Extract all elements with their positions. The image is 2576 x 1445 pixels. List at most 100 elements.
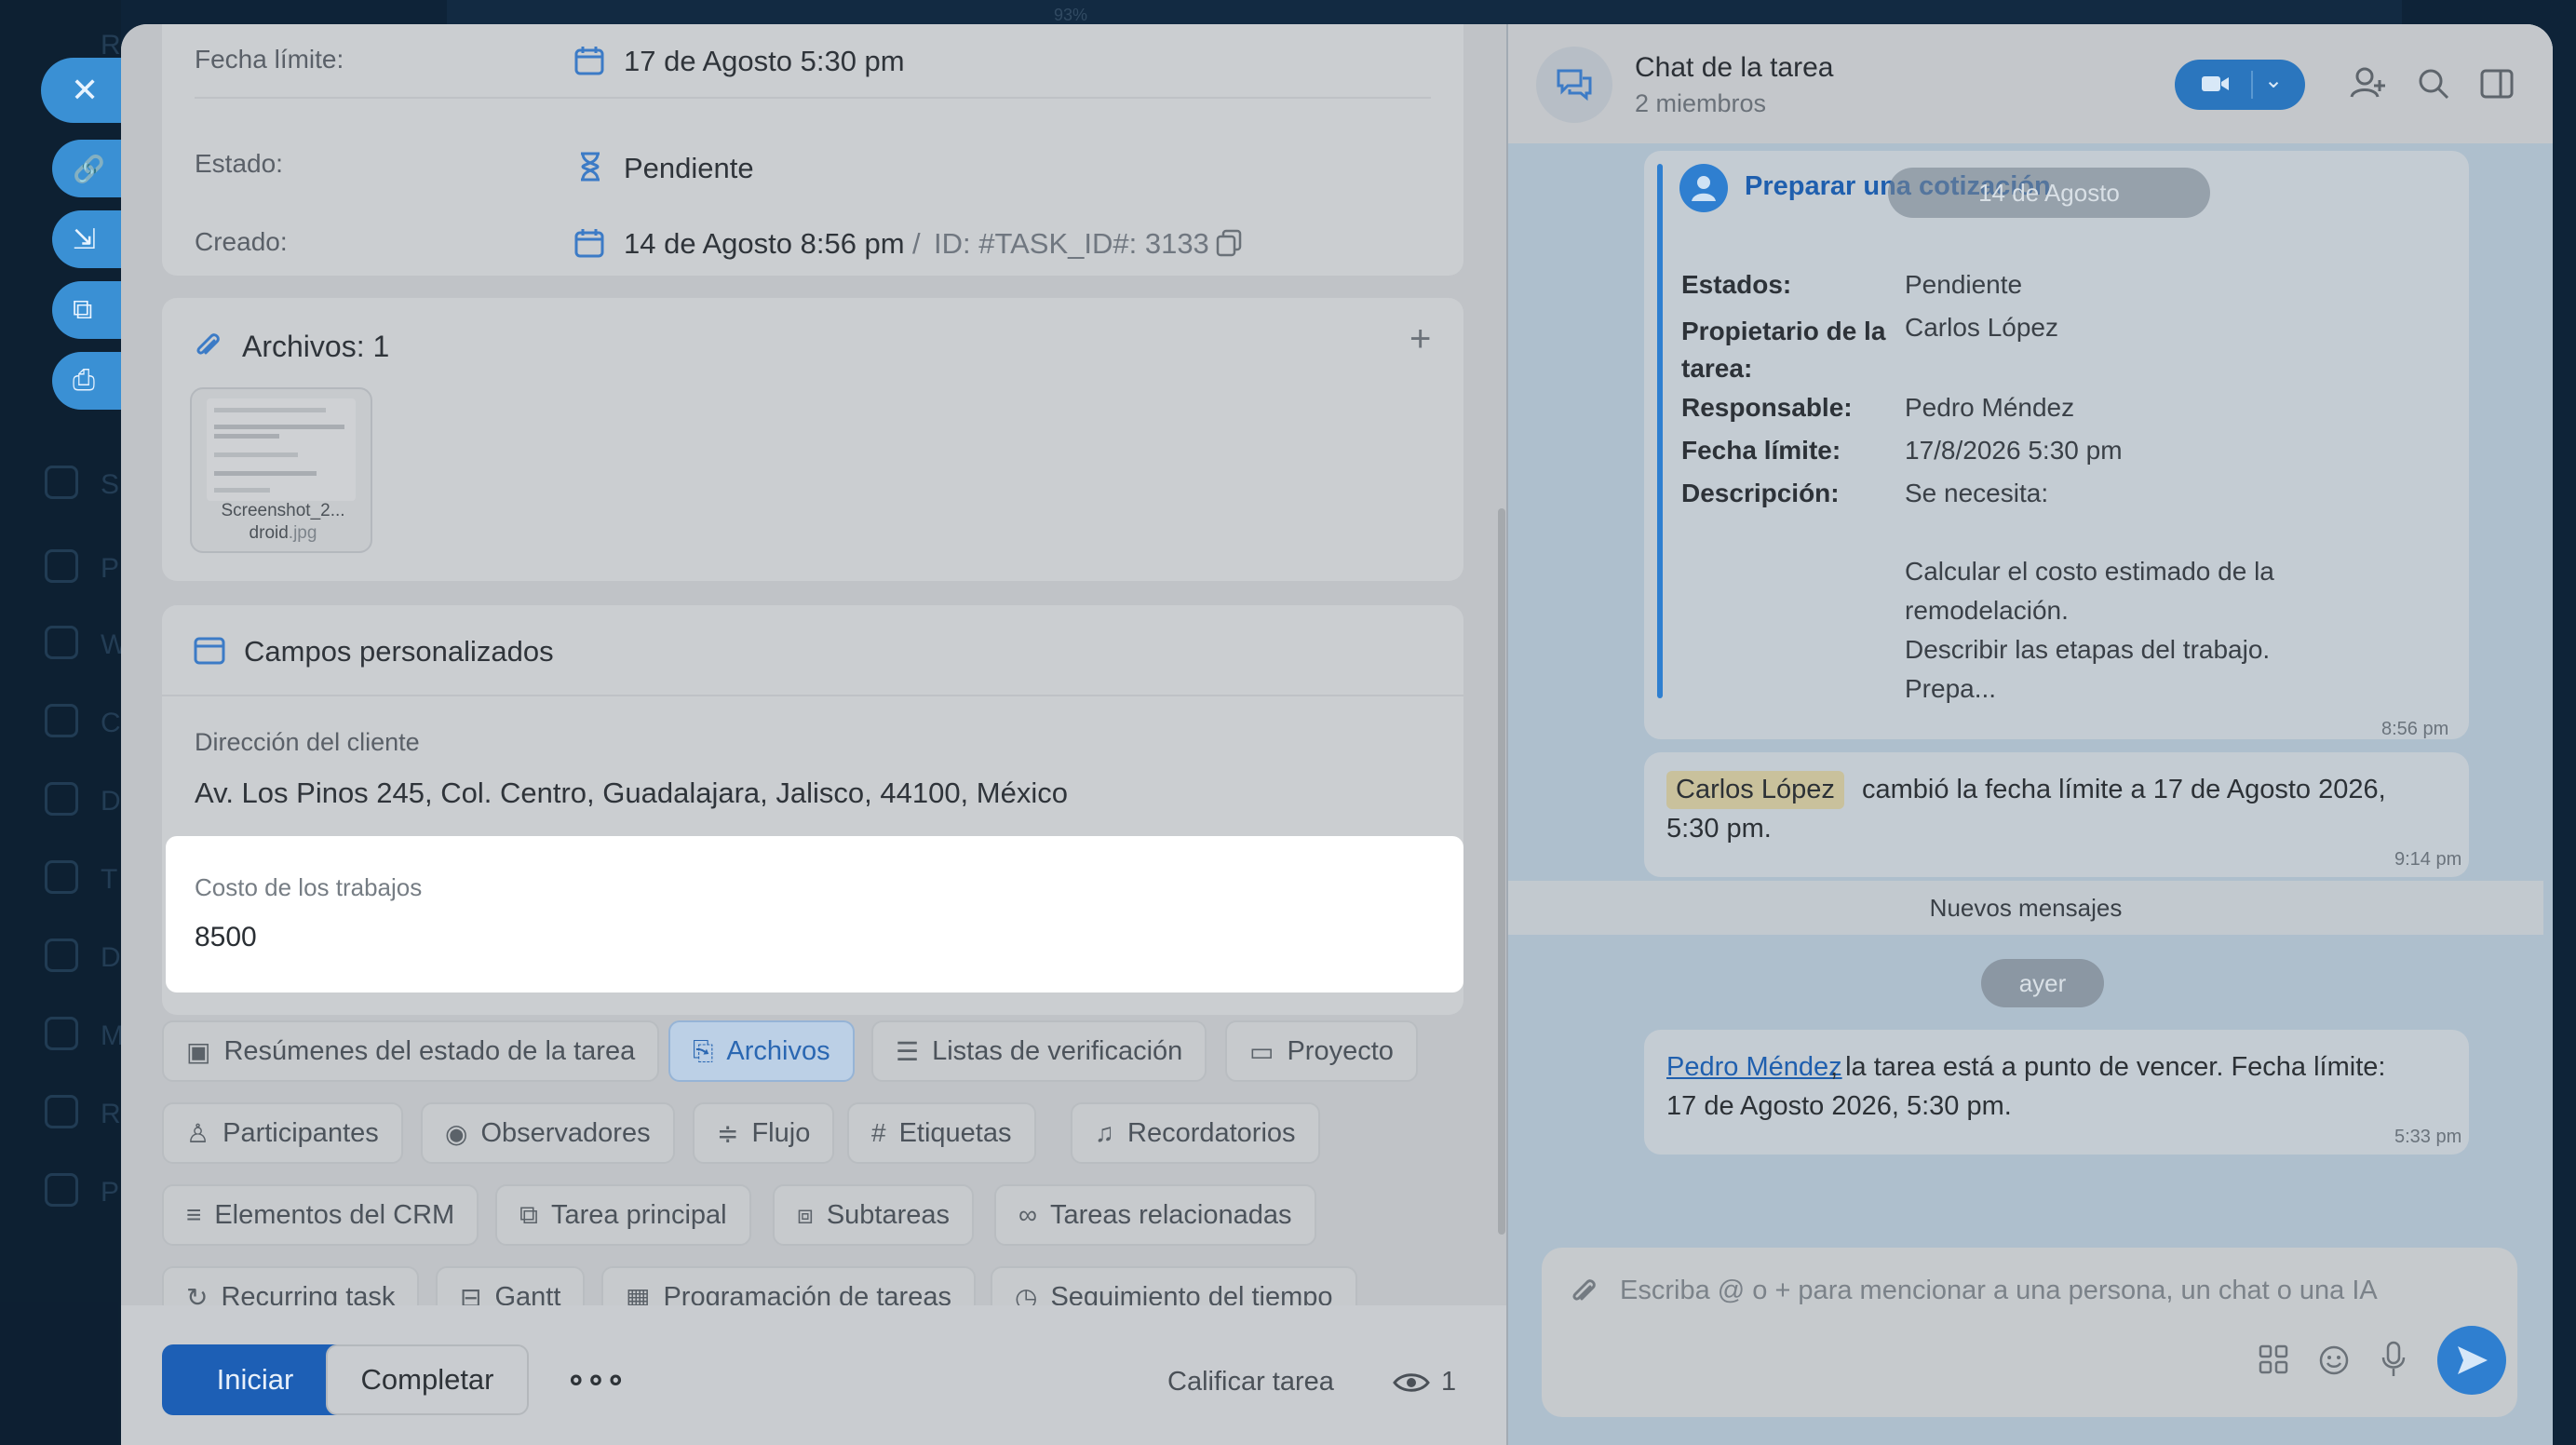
video-camera-icon xyxy=(2202,76,2229,91)
search-icon[interactable] xyxy=(2417,67,2450,101)
hourglass-icon xyxy=(581,152,600,182)
chat-members[interactable]: 2 miembros xyxy=(1635,89,1766,118)
copy-icon[interactable] xyxy=(1216,229,1242,257)
crm-icon: ≡ xyxy=(186,1200,202,1229)
person-icon: ♙ xyxy=(186,1118,210,1148)
add-file-button[interactable]: + xyxy=(1409,318,1431,360)
files-card: Archivos: 1 + Screenshot_2... droid .jpg xyxy=(162,298,1463,581)
paperclip-icon xyxy=(196,333,220,355)
description-line: Describir las etapas del trabajo. xyxy=(1905,635,2271,664)
video-call-button[interactable]: ⌄ xyxy=(2175,60,2305,110)
tab-flow[interactable]: ≑ Flujo xyxy=(693,1102,835,1164)
subtasks-icon: ⧈ xyxy=(797,1199,814,1229)
task-info-card: Fecha límite: 17 de Agosto 5:30 pm Estad… xyxy=(162,24,1463,276)
file-name: Screenshot_2... xyxy=(221,501,345,520)
print-icon: ⎙ xyxy=(73,365,95,396)
cost-field-highlight[interactable]: Costo de los trabajos 8500 xyxy=(166,836,1463,993)
send-button[interactable] xyxy=(2437,1326,2506,1395)
parent-task-icon: ⧉ xyxy=(519,1199,538,1229)
print-button[interactable]: ⎙ xyxy=(52,352,125,410)
task-modal: Fecha límite: 17 de Agosto 5:30 pm Estad… xyxy=(121,24,2553,1445)
tab-files[interactable]: ⎘ Archivos xyxy=(668,1020,855,1082)
status-label: Estado: xyxy=(195,149,283,178)
scrollbar[interactable] xyxy=(1498,508,1505,1235)
deadline-value[interactable]: 17 de Agosto 5:30 pm xyxy=(624,45,905,78)
system-message: Pedro Méndez , la tarea está a punto de … xyxy=(1644,1030,2469,1155)
rate-task-link[interactable]: Calificar tarea xyxy=(1167,1367,1334,1398)
eye-icon xyxy=(1393,1373,1430,1392)
message-input-placeholder[interactable]: Escriba @ o + para mencionar a una perso… xyxy=(1620,1276,2378,1306)
sidebar-toggle-icon[interactable] xyxy=(2480,69,2514,99)
file-thumbnail[interactable]: Screenshot_2... droid .jpg xyxy=(190,387,372,553)
task-chat-panel: Chat de la tarea 2 miembros ⌄ Preparar u… xyxy=(1506,24,2553,1445)
open-new-window-button[interactable]: ⧉ xyxy=(52,281,125,339)
cost-value: 8500 xyxy=(195,922,257,952)
created-label: Creado: xyxy=(195,227,288,256)
start-button[interactable]: Iniciar xyxy=(162,1344,348,1415)
tab-observers[interactable]: ◉ Observadores xyxy=(421,1102,675,1164)
tab-label: Resúmenes del estado de la tarea xyxy=(223,1035,636,1066)
field-value-description: Se necesita: xyxy=(1905,479,2049,507)
tab-label: Flujo xyxy=(751,1117,811,1148)
message-input-box[interactable]: Escriba @ o + para mencionar a una perso… xyxy=(1542,1248,2517,1417)
tab-parent-task[interactable]: ⧉ Tarea principal xyxy=(495,1184,751,1246)
more-button[interactable]: ∘∘∘ xyxy=(559,1344,633,1415)
date-pill-label: ayer xyxy=(2018,968,2067,997)
field-value-owner: Carlos López xyxy=(1905,313,2058,342)
file-name-ext: droid .jpg xyxy=(192,523,374,544)
tab-label: Observadores xyxy=(480,1117,651,1148)
emoji-icon[interactable] xyxy=(2318,1344,2350,1376)
deadline-label: Fecha límite: xyxy=(195,45,344,74)
tab-checklists[interactable]: ☰ Listas de verificación xyxy=(871,1020,1207,1082)
tab-label: Listas de verificación xyxy=(932,1035,1183,1066)
chat-avatar xyxy=(1536,47,1612,123)
add-user-icon[interactable] xyxy=(2350,65,2385,101)
apps-grid-icon[interactable] xyxy=(2259,1344,2288,1374)
address-label: Dirección del cliente xyxy=(195,728,420,756)
task-card-message: Preparar una cotización 14 de Agosto Est… xyxy=(1644,151,2469,739)
tab-crm-elements[interactable]: ≡ Elementos del CRM xyxy=(162,1184,479,1246)
microphone-icon[interactable] xyxy=(2381,1341,2406,1378)
complete-button[interactable]: Completar xyxy=(326,1344,529,1415)
message-text: 5:30 pm. xyxy=(1666,814,1772,844)
field-value-responsible: Pedro Méndez xyxy=(1905,393,2075,422)
description-line: Prepa... xyxy=(1905,674,1997,703)
close-button[interactable]: ✕ xyxy=(41,58,125,123)
mention-carlos[interactable]: Carlos López xyxy=(1666,771,1844,809)
field-value-deadline: 17/8/2026 5:30 pm xyxy=(1905,436,2123,465)
mention-pedro[interactable]: Pedro Méndez xyxy=(1666,1052,1842,1083)
tab-label: Archivos xyxy=(726,1035,830,1066)
message-time: 9:14 pm xyxy=(2394,849,2462,870)
date-pill: 14 de Agosto xyxy=(1888,168,2210,218)
minimize-button[interactable]: ⇲ xyxy=(52,210,125,268)
flow-icon: ≑ xyxy=(717,1118,739,1148)
tab-related-tasks[interactable]: ∞ Tareas relacionadas xyxy=(994,1184,1316,1246)
message-text: 17 de Agosto 2026, 5:30 pm. xyxy=(1666,1091,2012,1121)
custom-fields-title: Campos personalizados xyxy=(244,635,554,668)
chat-title: Chat de la tarea xyxy=(1635,52,1834,83)
date-pill-label: 14 de Agosto xyxy=(1978,178,2120,207)
message-time: 5:33 pm xyxy=(2394,1127,2462,1147)
tab-project[interactable]: ▭ Proyecto xyxy=(1225,1020,1418,1082)
task-id: ID: #TASK_ID#: 3133 xyxy=(934,227,1209,260)
tab-label: Tareas relacionadas xyxy=(1049,1199,1292,1230)
message-text: cambió la fecha límite a 17 de Agosto 20… xyxy=(1862,775,2386,804)
chat-icon xyxy=(1557,69,1592,101)
fields-icon xyxy=(194,637,225,665)
tab-status-summaries[interactable]: ▣ Resúmenes del estado de la tarea xyxy=(162,1020,660,1082)
file-preview-image xyxy=(207,398,356,501)
tab-reminders[interactable]: ♫ Recordatorios xyxy=(1071,1102,1320,1164)
link-icon: 🔗 xyxy=(73,154,105,183)
tab-subtasks[interactable]: ⧈ Subtareas xyxy=(773,1184,975,1246)
tab-participants[interactable]: ♙ Participantes xyxy=(162,1102,403,1164)
tab-tags[interactable]: # Etiquetas xyxy=(847,1102,1036,1164)
field-label-status: Estados: xyxy=(1681,270,1792,299)
tab-label: Proyecto xyxy=(1287,1035,1394,1066)
copy-link-button[interactable]: 🔗 xyxy=(52,140,125,197)
person-icon xyxy=(1692,176,1716,201)
paperclip-icon[interactable] xyxy=(1570,1276,1598,1309)
task-footer: Iniciar Completar ∘∘∘ Calificar tarea 1 xyxy=(121,1305,1506,1445)
chevron-down-icon: ⌄ xyxy=(2264,68,2284,93)
calendar-clock-icon xyxy=(574,229,604,258)
divider xyxy=(195,97,1431,99)
